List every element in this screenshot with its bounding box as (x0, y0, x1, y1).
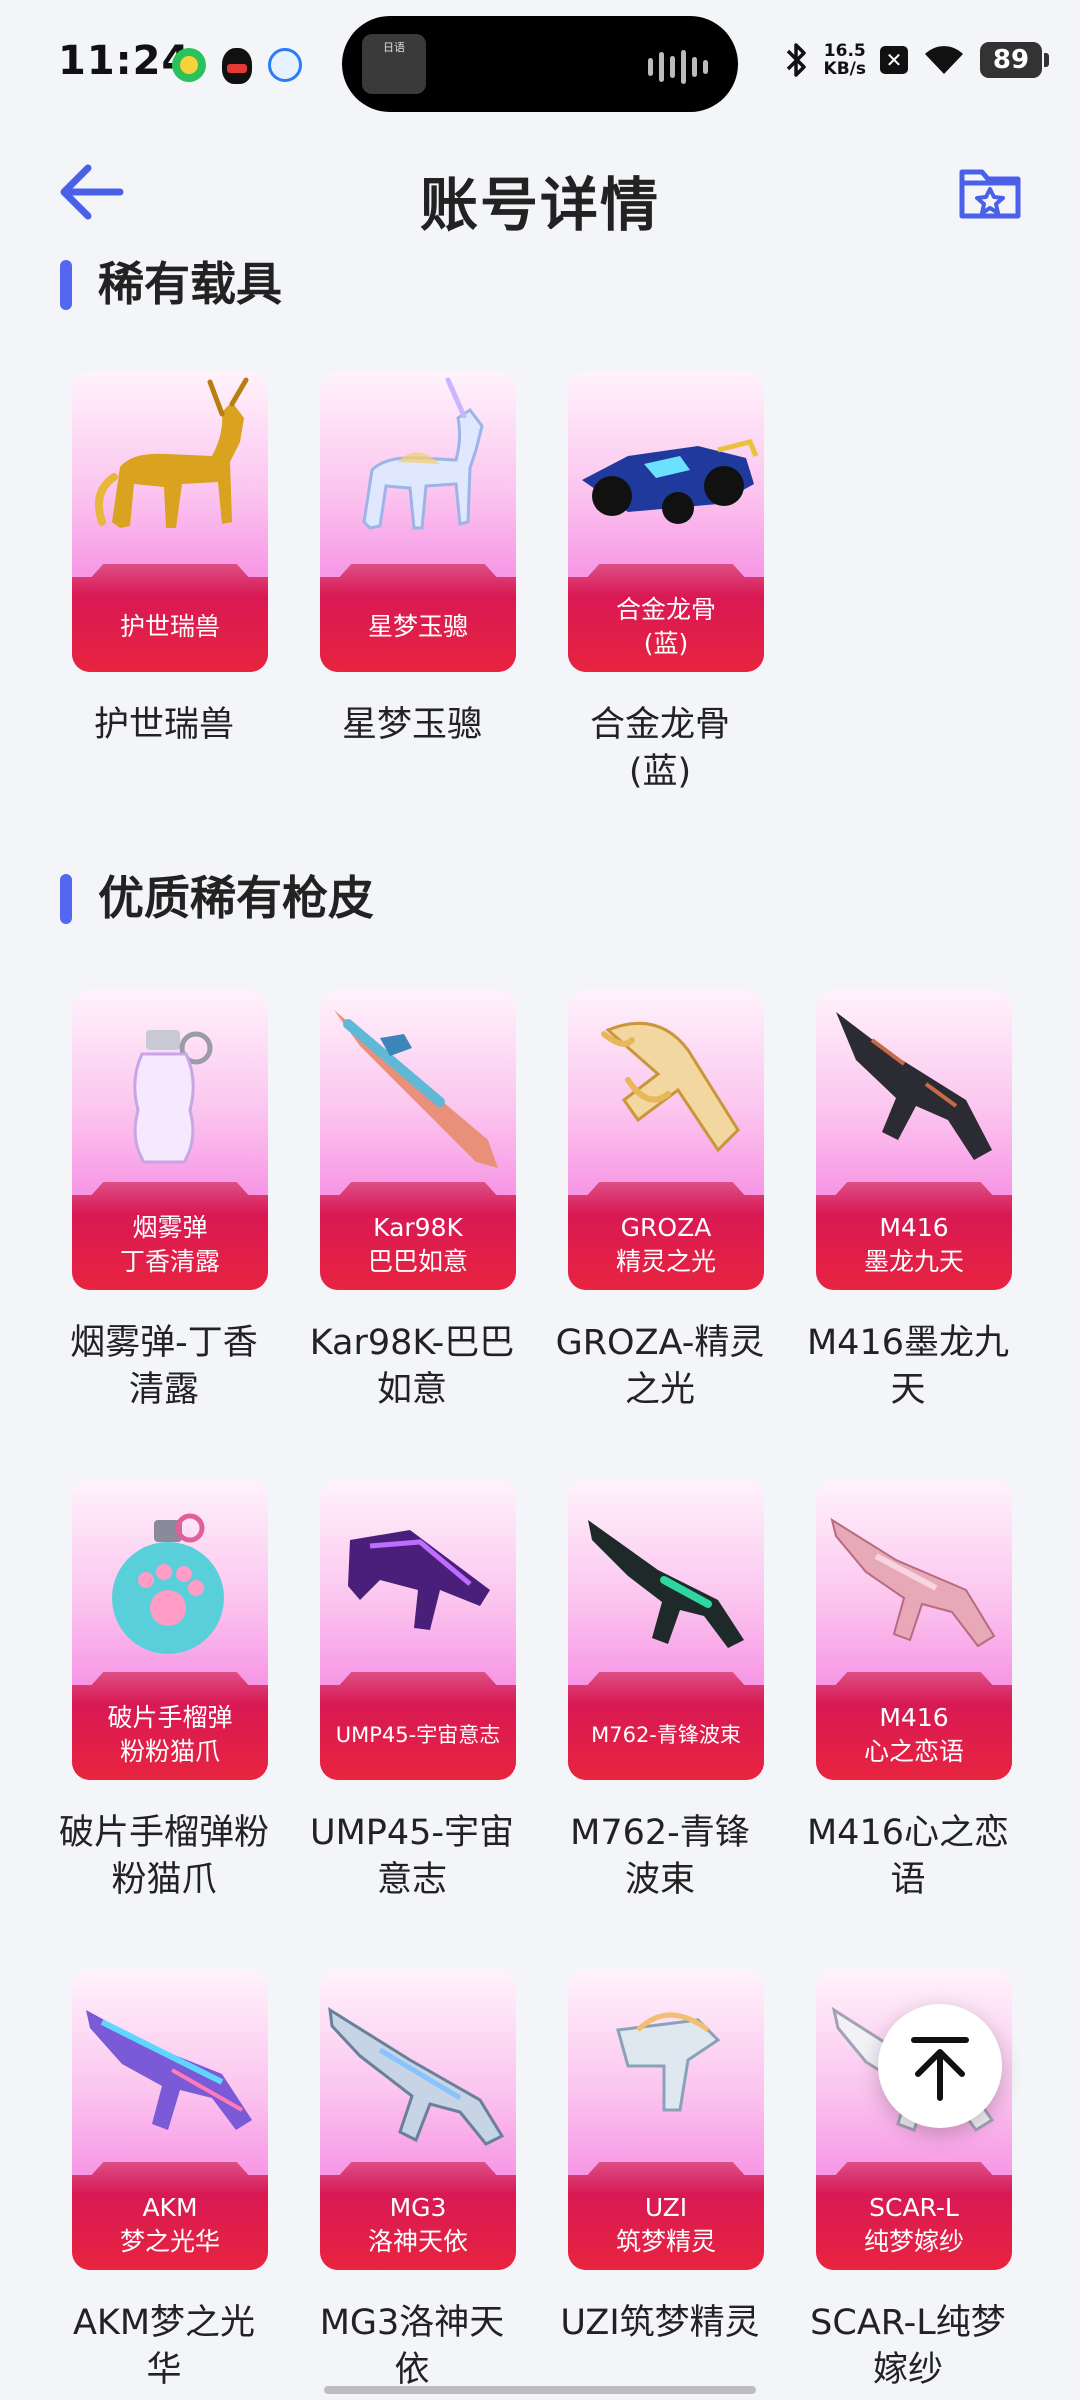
item-name: 破片手榴弹粉 粉猫爪 (58, 1813, 269, 1900)
vehicle-grid: 护世瑞兽 护世瑞兽 星梦玉骢 星梦玉骢 合金龙骨 (蓝) 合金龙骨 (蓝) (0, 372, 1080, 802)
item-card[interactable]: Kar98K 巴巴如意 (320, 990, 516, 1290)
item-name: UMP45-宇宙 意志 (309, 1813, 515, 1900)
ornate-rifle-icon (601, 1021, 740, 1153)
item-name: 烟雾弹-丁香 清露 (70, 1323, 258, 1410)
card-label: GROZA 精灵之光 (615, 1213, 716, 1276)
gun-skin-grid: 烟雾弹 丁香清露 烟雾弹-丁香 清露 Kar98K 巴巴如意 Kar98K-巴巴… (0, 990, 1080, 2400)
dynamic-island[interactable]: 日语 (342, 16, 738, 112)
folder-star-icon (959, 169, 1021, 219)
item-card[interactable]: 星梦玉骢 (320, 372, 516, 672)
item-card[interactable]: GROZA 精灵之光 (568, 990, 764, 1290)
favorite-button[interactable] (950, 152, 1030, 232)
item-name: UZI筑梦精灵 (560, 2303, 760, 2343)
arrow-up-to-top-icon (911, 2037, 969, 2101)
net-speed-value: 16.5 (823, 41, 866, 61)
media-thumbnail: 日语 (362, 34, 426, 94)
item-name: AKM梦之光 华 (72, 2303, 256, 2390)
status-bar: 11:24 日语 16.5 KB/s ✕ 89 (0, 0, 1080, 130)
item-card[interactable]: UMP45-宇宙意志 (320, 1480, 516, 1780)
pink-rifle-icon (830, 1517, 996, 1648)
status-indicators: 16.5 KB/s ✕ 89 (784, 40, 1049, 80)
wifi-icon (925, 46, 963, 74)
card-label: SCAR-L 纯梦嫁纱 (863, 2193, 964, 2256)
item-card[interactable]: UZI 筑梦精灵 (568, 1970, 764, 2270)
status-time: 11:24 (58, 38, 191, 84)
smg-icon (348, 1530, 490, 1630)
akm-rifle-icon (86, 2010, 252, 2130)
unicorn-horse-icon (362, 377, 484, 530)
section-accent-bar (60, 260, 72, 310)
home-indicator[interactable] (324, 2386, 756, 2394)
item-name: 星梦玉骢 (341, 705, 482, 745)
card-label: M762-青锋波束 (591, 1723, 741, 1747)
assault-rifle-icon (836, 1012, 992, 1160)
card-label: 破片手榴弹 粉粉猫爪 (107, 1703, 233, 1766)
item-name: MG3洛神天 依 (319, 2303, 505, 2390)
item-name: 护世瑞兽 (93, 705, 234, 745)
item-name: 合金龙骨 (蓝) (589, 705, 730, 792)
qq-icon (222, 48, 252, 84)
card-label: 合金龙骨 (蓝) (615, 595, 716, 658)
item-name: GROZA-精灵 之光 (555, 1323, 765, 1410)
item-card[interactable]: 合金龙骨 (蓝) (568, 372, 764, 672)
page-title: 账号详情 (419, 171, 660, 239)
browser-icon (268, 48, 302, 82)
golden-qilin-icon (95, 377, 249, 528)
section-title-text: 优质稀有枪皮 (98, 871, 374, 925)
bluetooth-icon (786, 43, 806, 77)
item-card[interactable]: 烟雾弹 丁香清露 (72, 990, 268, 1290)
card-label: M416 心之恋语 (863, 1703, 964, 1766)
app-header: 账号详情 (0, 130, 1080, 260)
sim-off-icon: ✕ (880, 46, 908, 74)
item-name: Kar98K-巴巴 如意 (309, 1323, 515, 1410)
audio-wave-icon (648, 50, 708, 84)
card-label: M416 墨龙九天 (863, 1213, 964, 1276)
race-car-icon (582, 439, 759, 524)
item-name: M762-青锋 波束 (570, 1813, 750, 1900)
net-speed-unit: KB/s (823, 59, 866, 79)
card-label: AKM 梦之光华 (119, 2193, 220, 2256)
sniper-rifle-icon (334, 1010, 498, 1168)
section-title-text: 稀有载具 (98, 257, 282, 311)
item-name: M416心之恋 语 (806, 1813, 1009, 1900)
item-card[interactable]: M762-青锋波束 (568, 1480, 764, 1780)
frag-grenade-icon (112, 1513, 224, 1654)
network-speed: 16.5 KB/s (824, 42, 866, 78)
item-card[interactable]: 护世瑞兽 (72, 372, 268, 672)
item-card[interactable]: AKM 梦之光华 (72, 1970, 268, 2270)
card-label: MG3 洛神天依 (367, 2193, 468, 2256)
app-notification-icon (172, 48, 206, 82)
section-accent-bar (60, 874, 72, 924)
card-label: 烟雾弹 丁香清露 (119, 1213, 220, 1276)
uzi-icon (616, 2012, 721, 2112)
smoke-grenade-icon (133, 1030, 213, 1164)
card-label: 护世瑞兽 (119, 612, 220, 641)
card-label: UZI 筑梦精灵 (615, 2193, 716, 2256)
machine-gun-icon (328, 2007, 505, 2146)
scroll-to-top-button[interactable] (878, 2004, 1002, 2128)
card-label: 星梦玉骢 (367, 612, 468, 641)
item-card[interactable]: M416 心之恋语 (816, 1480, 1012, 1780)
item-card[interactable]: MG3 洛神天依 (320, 1970, 516, 2270)
card-label: Kar98K 巴巴如意 (367, 1213, 468, 1276)
rifle-icon (588, 1520, 744, 1648)
battery-indicator: 89 (980, 42, 1049, 78)
item-card[interactable]: 破片手榴弹 粉粉猫爪 (72, 1480, 268, 1780)
card-label: UMP45-宇宙意志 (335, 1723, 501, 1747)
item-card[interactable]: M416 墨龙九天 (816, 990, 1012, 1290)
item-name: SCAR-L纯梦 嫁纱 (810, 2303, 1006, 2390)
item-name: M416墨龙九 天 (806, 1323, 1009, 1410)
